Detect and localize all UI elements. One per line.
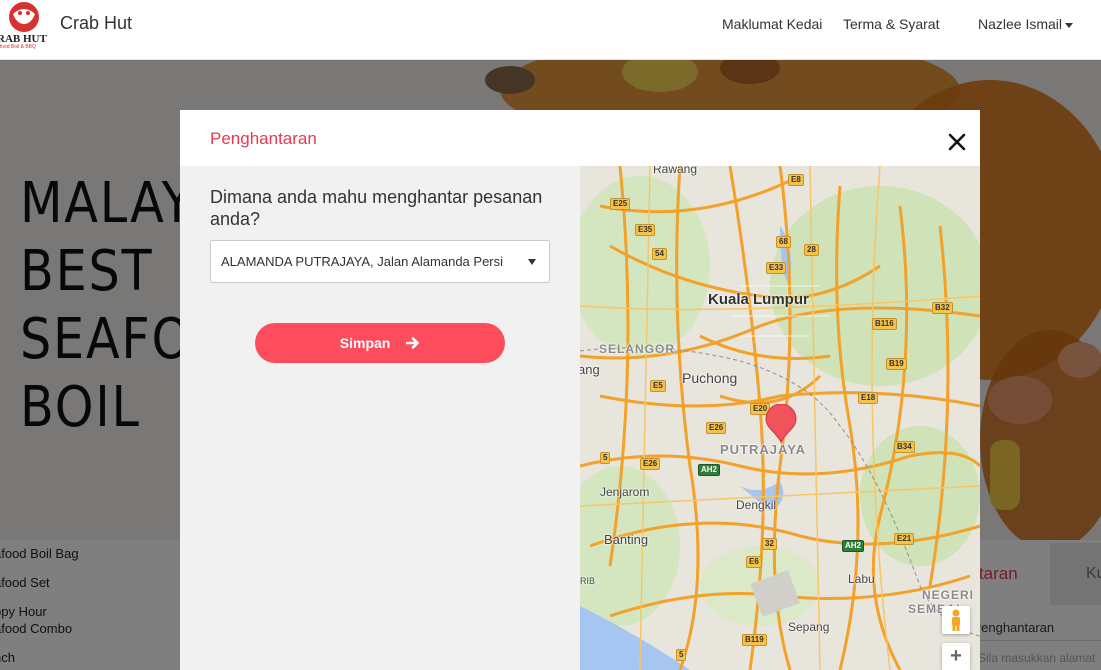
top-navbar: RAB HUT afood Boil & BBQ Crab Hut Maklum… [0, 0, 1101, 60]
highway-shield: E5 [650, 380, 666, 392]
modal-form-panel: Dimana anda mahu menghantar pesanan anda… [180, 166, 580, 670]
highway-shield: E6 [746, 556, 762, 568]
map-town-label: Labu [848, 572, 875, 586]
highway-shield: B116 [872, 318, 897, 330]
map-town-label: ang [580, 362, 600, 377]
highway-shield: E18 [858, 392, 879, 404]
highway-shield: 28 [804, 244, 819, 256]
location-pin-icon[interactable] [764, 404, 798, 444]
address-select-value: ALAMANDA PUTRAJAYA, Jalan Alamanda Persi [221, 254, 504, 269]
nav-terms[interactable]: Terma & Syarat [843, 16, 939, 32]
highway-shield: B119 [742, 634, 767, 646]
caret-down-icon [1065, 22, 1074, 28]
highway-shield: E35 [635, 224, 656, 236]
nav-shop-info[interactable]: Maklumat Kedai [722, 16, 822, 32]
arrow-right-icon [406, 336, 420, 349]
map-town-label: RIB [580, 576, 596, 586]
street-view-button[interactable] [942, 606, 970, 634]
save-button-label: Simpan [339, 335, 391, 351]
page: RAB HUT afood Boil & BBQ Crab Hut Maklum… [0, 0, 1101, 670]
save-button[interactable]: Simpan [255, 323, 505, 363]
highway-shield: B34 [894, 441, 915, 453]
map-town-label: Banting [604, 532, 649, 547]
user-menu[interactable]: Nazlee Ismail [978, 16, 1074, 32]
zoom-in-button[interactable]: + [942, 643, 970, 670]
delivery-question: Dimana anda mahu menghantar pesanan anda… [210, 187, 543, 229]
address-select[interactable]: ALAMANDA PUTRAJAYA, Jalan Alamanda Persi [210, 240, 550, 283]
dropdown-arrow-icon [528, 259, 536, 265]
highway-shield: 5 [600, 452, 611, 464]
highway-shield: E26 [706, 422, 727, 434]
highway-shield: E8 [788, 174, 804, 186]
highway-shield: E33 [766, 262, 787, 274]
crab-hut-logo[interactable]: RAB HUT afood Boil & BBQ [0, 0, 52, 50]
map-state-label: NEGERI [922, 588, 975, 602]
highway-shield: E21 [894, 533, 915, 545]
map-town-label: Dengkil [736, 498, 777, 512]
map-city-label: PUTRAJAYA [720, 442, 807, 457]
highway-shield: B19 [886, 358, 907, 370]
highway-shield: E25 [610, 198, 631, 210]
delivery-map[interactable]: Kuala Lumpur Puchong PUTRAJAYA Rawang Je… [580, 166, 980, 670]
highway-shield: 68 [776, 236, 791, 248]
map-town-label: Sepang [788, 620, 830, 634]
modal-header: Penghantaran [180, 110, 980, 166]
highway-shield: E26 [640, 458, 661, 470]
brand-name[interactable]: Crab Hut [60, 13, 132, 34]
map-city-label: Kuala Lumpur [708, 291, 809, 308]
highway-shield: AH2 [698, 464, 721, 476]
highway-shield: B32 [932, 302, 953, 314]
svg-text:afood Boil & BBQ: afood Boil & BBQ [0, 44, 36, 50]
highway-shield: 5 [676, 649, 687, 661]
map-town-label: Rawang [653, 166, 698, 176]
modal-title: Penghantaran [210, 129, 317, 148]
map-town-label: Jenjarom [600, 485, 650, 499]
map-state-label: SELANGOR [599, 342, 676, 356]
highway-shield: 54 [652, 248, 667, 260]
delivery-modal: Penghantaran Dimana anda mahu menghantar… [180, 110, 980, 670]
highway-shield: AH2 [842, 540, 865, 552]
close-icon[interactable] [943, 128, 971, 156]
highway-shield: 32 [762, 538, 777, 550]
map-city-label: Puchong [682, 370, 738, 386]
pegman-icon [952, 609, 960, 631]
user-name: Nazlee Ismail [978, 16, 1063, 32]
